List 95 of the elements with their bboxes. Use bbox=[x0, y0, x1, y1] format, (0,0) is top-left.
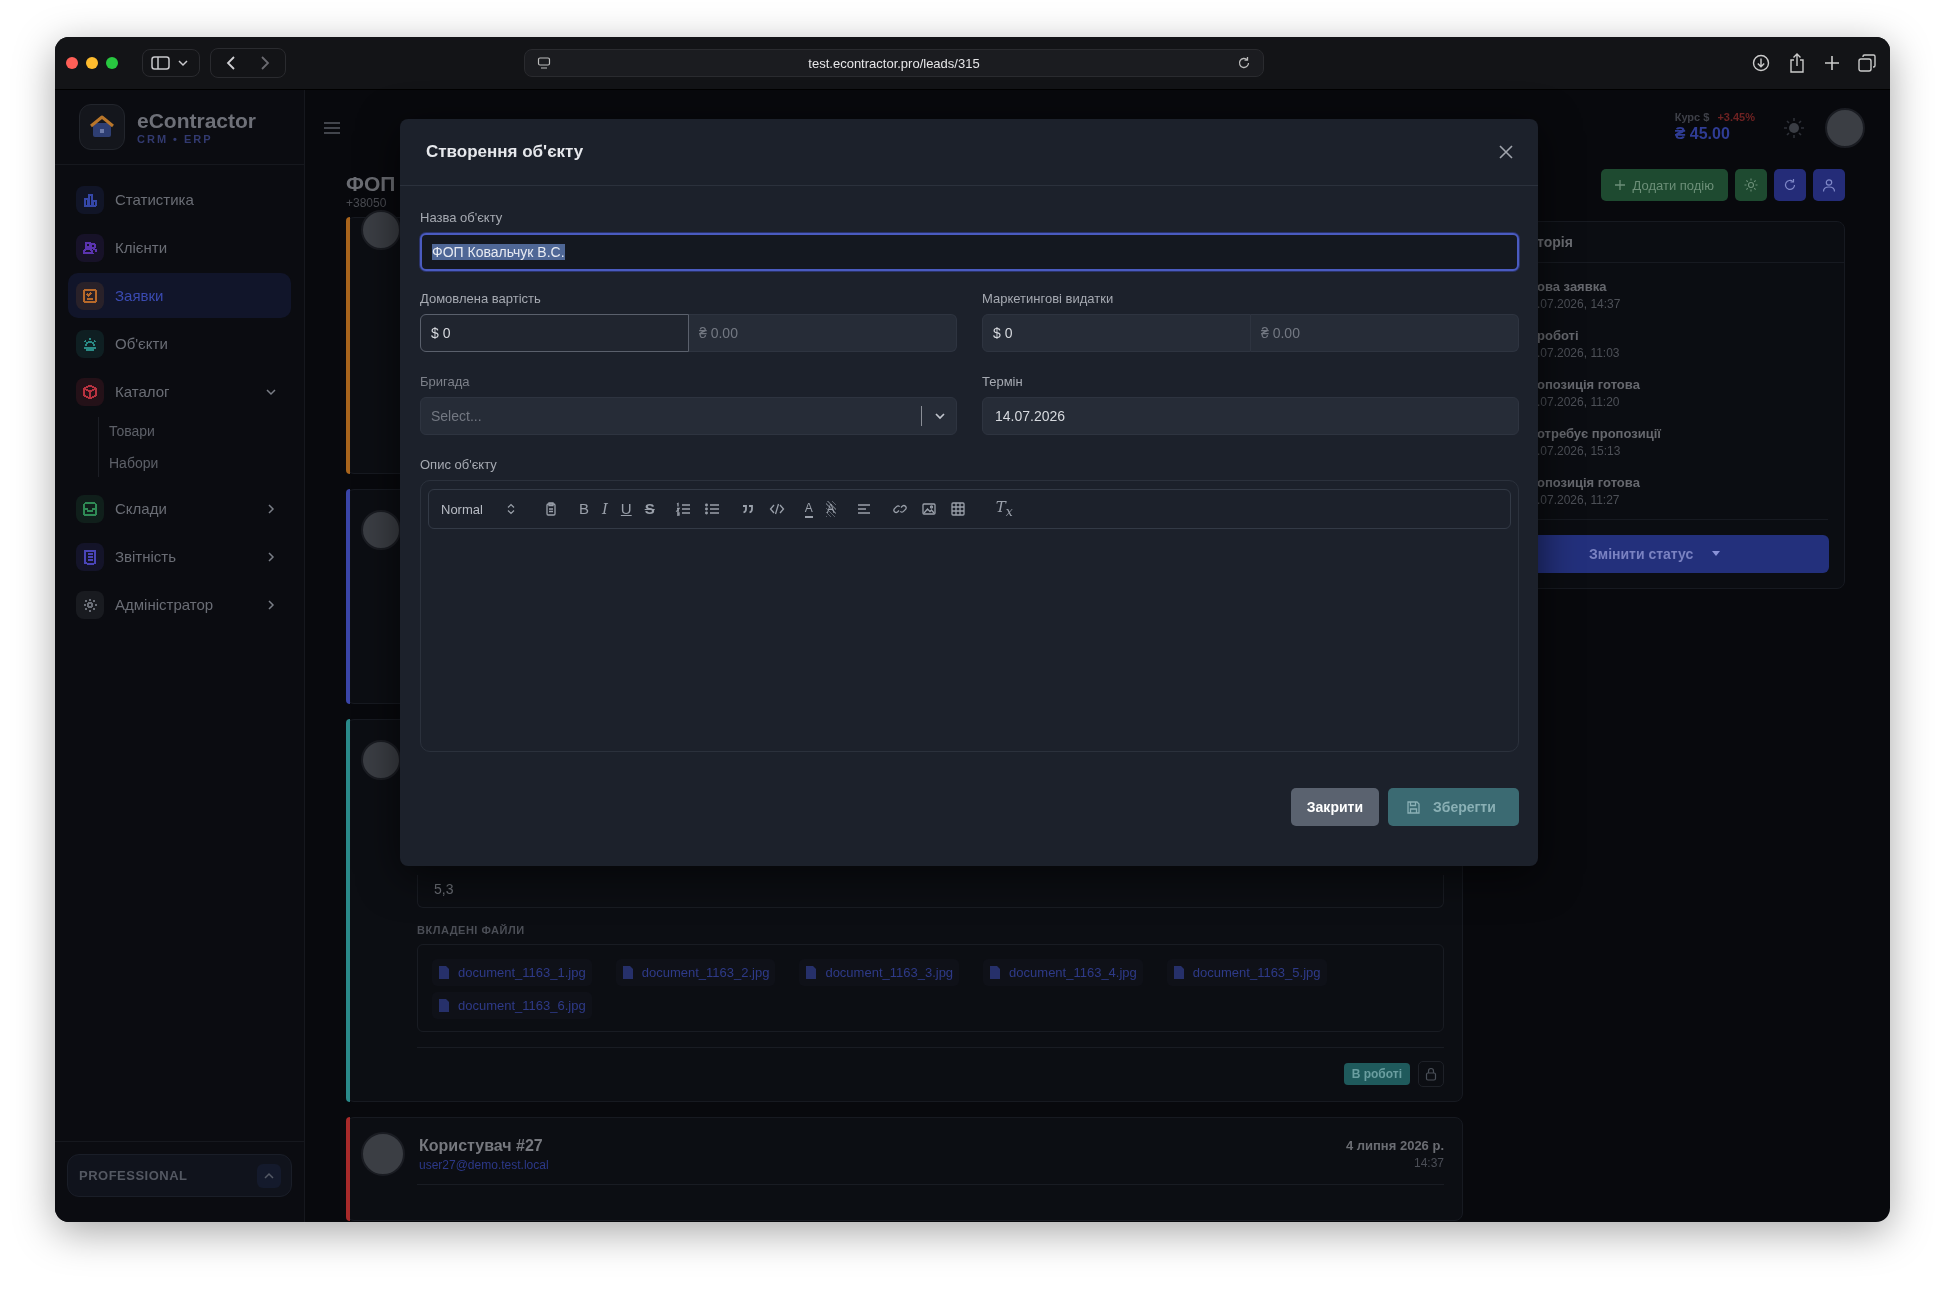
history-status: ова заявка bbox=[1537, 279, 1607, 294]
share-icon[interactable] bbox=[1788, 53, 1806, 73]
field-label: Термін bbox=[982, 374, 1023, 389]
image-icon[interactable] bbox=[920, 501, 937, 517]
field-label: Назва об'єкту bbox=[420, 210, 503, 225]
file-icon bbox=[438, 965, 450, 980]
attachments-label: ВКЛАДЕНІ ФАЙЛИ bbox=[417, 924, 526, 936]
history-status: отребує пропозиції bbox=[1537, 426, 1661, 441]
add-event-button[interactable]: Додати подію bbox=[1600, 169, 1728, 201]
refresh-icon bbox=[1783, 178, 1797, 192]
close-button[interactable]: Закрити bbox=[1290, 788, 1379, 826]
page-title: ФОП bbox=[346, 172, 396, 196]
brand-name: eContractor bbox=[137, 109, 257, 133]
table-icon[interactable] bbox=[949, 501, 966, 517]
sidebar-item[interactable]: Об'єкти bbox=[68, 321, 291, 366]
status-badge: В роботі bbox=[1343, 1063, 1410, 1085]
file-icon bbox=[805, 965, 818, 980]
comment-date: 4 липня 2026 р. bbox=[1345, 1138, 1444, 1153]
history-time: .07.2026, 15:13 bbox=[1537, 444, 1621, 458]
avatar bbox=[361, 1132, 405, 1176]
back-icon[interactable] bbox=[225, 55, 237, 71]
field-label: Опис об'єкту bbox=[420, 457, 497, 472]
history-time: .07.2026, 11:20 bbox=[1537, 395, 1620, 409]
sidebar-item[interactable]: Статистика bbox=[68, 177, 291, 222]
brand-tagline: CRM • ERP bbox=[137, 133, 214, 145]
text-editor[interactable]: Normal B I U S A A T$_{x}$ bbox=[420, 480, 1519, 752]
history-status: опозиція готова bbox=[1537, 377, 1640, 392]
user-icon bbox=[1822, 178, 1836, 192]
author-name: Користувач #27 bbox=[419, 1136, 544, 1155]
input-field[interactable]: ₴ 0.00 bbox=[1251, 314, 1519, 352]
highlight-button[interactable]: A bbox=[825, 501, 836, 517]
field-label: Домовлена вартість bbox=[420, 291, 541, 306]
input-field[interactable]: ₴ 0.00 bbox=[689, 314, 957, 352]
file-icon bbox=[989, 965, 1002, 980]
clear-format-button[interactable]: T$_{x}$ bbox=[995, 498, 1013, 520]
history-time: .07.2026, 11:03 bbox=[1537, 346, 1620, 360]
file-icon bbox=[621, 965, 634, 980]
sidebar-item[interactable]: Каталог bbox=[68, 369, 291, 414]
user-button[interactable] bbox=[1813, 169, 1845, 201]
sidebar-subitem[interactable]: Набори bbox=[109, 453, 159, 473]
address-bar[interactable]: test.econtractor.pro/leads/315 bbox=[524, 49, 1264, 77]
input-field[interactable]: $ 0 bbox=[420, 314, 689, 352]
sidebar-subitem[interactable]: Товари bbox=[109, 421, 155, 441]
field-label: Маркетингові видатки bbox=[982, 291, 1114, 306]
bold-button[interactable]: B bbox=[578, 501, 589, 517]
history-time: .07.2026, 11:27 bbox=[1537, 493, 1620, 507]
bullet-list-icon[interactable] bbox=[703, 501, 720, 517]
new-tab-icon[interactable] bbox=[1824, 55, 1840, 71]
sun-icon bbox=[1744, 178, 1758, 192]
history-status: опозиція готова bbox=[1537, 475, 1640, 490]
sidebar-item[interactable]: Клієнти bbox=[68, 225, 291, 270]
date-field[interactable]: 14.07.2026 bbox=[982, 397, 1519, 435]
underline-button[interactable]: U bbox=[620, 501, 632, 517]
field-label: Бригада bbox=[420, 374, 470, 389]
download-icon[interactable] bbox=[1752, 54, 1770, 72]
caret-icon bbox=[1711, 551, 1722, 557]
history-title: торія bbox=[1537, 234, 1573, 250]
code-icon[interactable] bbox=[768, 501, 785, 517]
plus-icon bbox=[1614, 180, 1625, 190]
close-icon[interactable] bbox=[1498, 144, 1514, 160]
file-icon bbox=[438, 998, 450, 1013]
history-status: роботі bbox=[1537, 328, 1579, 343]
sidebar-item[interactable]: Адміністратор bbox=[68, 582, 291, 627]
plan-name: PROFESSIONAL bbox=[79, 1168, 188, 1183]
refresh-button[interactable] bbox=[1774, 169, 1806, 201]
align-icon[interactable] bbox=[855, 501, 872, 517]
rate-value: ₴ 45.00 bbox=[1674, 124, 1731, 143]
floppy-disk-icon bbox=[1406, 799, 1421, 815]
chevron-down-icon bbox=[934, 410, 946, 422]
heading-select[interactable]: Normal bbox=[441, 501, 515, 517]
sun-button[interactable] bbox=[1735, 169, 1767, 201]
sidebar-item[interactable]: Заявки bbox=[68, 273, 291, 318]
rate-label: Курс $ bbox=[1674, 110, 1710, 123]
comment-time: 14:37 bbox=[1413, 1156, 1444, 1170]
input-field[interactable]: ФОП Ковальчук В.С. bbox=[420, 233, 1519, 271]
dialog-title: Створення об'єкту bbox=[426, 142, 584, 162]
sidebar-item[interactable]: Звітність bbox=[68, 534, 291, 579]
history-time: .07.2026, 14:37 bbox=[1537, 297, 1621, 311]
comment-text: 5,3 bbox=[417, 875, 1444, 908]
tabs-overview-icon[interactable] bbox=[1858, 54, 1876, 72]
strikethrough-button[interactable]: S bbox=[644, 501, 655, 517]
phone-number: +38050 bbox=[346, 196, 388, 210]
forward-icon[interactable] bbox=[259, 55, 271, 71]
italic-button[interactable]: I bbox=[601, 501, 608, 517]
input-field[interactable]: $ 0 bbox=[982, 314, 1251, 352]
house-logo-icon bbox=[79, 104, 125, 150]
text-color-button[interactable]: A bbox=[804, 500, 813, 518]
file-icon bbox=[1172, 965, 1185, 980]
select-field[interactable]: Select... bbox=[420, 397, 957, 435]
rate-change: +3.45% bbox=[1717, 110, 1755, 123]
up-down-arrows-icon bbox=[506, 503, 515, 515]
sidebar-item[interactable]: Склади bbox=[68, 486, 291, 531]
window-controls-icon[interactable] bbox=[66, 57, 118, 69]
sidebar-toggle-icon[interactable] bbox=[142, 49, 200, 77]
numbered-list-icon[interactable] bbox=[674, 501, 691, 517]
